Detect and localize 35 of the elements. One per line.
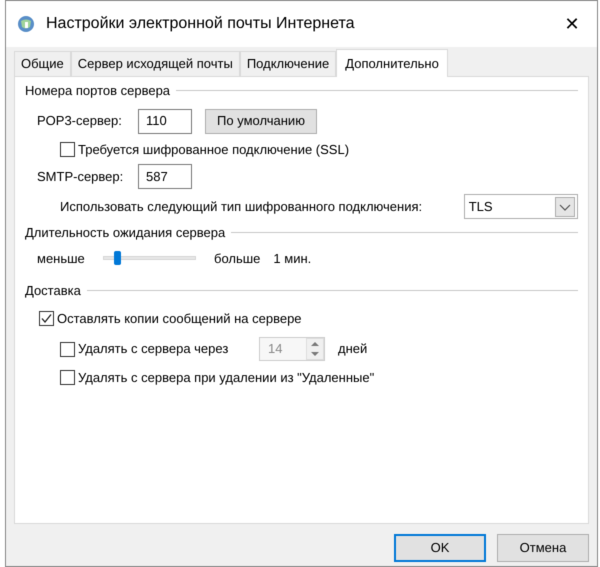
up-down-arrows-icon xyxy=(306,338,324,360)
group-heading: Номера портов сервера xyxy=(25,82,170,100)
ok-button[interactable]: OK xyxy=(394,534,486,562)
slider-thumb[interactable] xyxy=(114,251,122,266)
unit-label: дней xyxy=(338,340,368,358)
checkbox[interactable] xyxy=(60,370,75,386)
dropdown[interactable]: TLS xyxy=(464,194,578,219)
checkbox[interactable] xyxy=(60,142,75,157)
close-button[interactable]: ✕ xyxy=(557,9,587,39)
default-button[interactable]: По умолчанию xyxy=(205,108,317,134)
tab[interactable]: Сервер исходящей почты xyxy=(70,51,240,76)
cancel-button[interactable]: Отмена xyxy=(497,534,589,562)
globe-icon xyxy=(16,14,36,34)
chevron-down-icon xyxy=(555,196,575,216)
input-field[interactable]: 587 xyxy=(138,164,192,189)
checkbox-label: Оставлять копии сообщений на сервере xyxy=(57,310,302,328)
checkbox[interactable] xyxy=(39,310,54,326)
checkbox[interactable] xyxy=(60,342,75,356)
group-heading: Доставка xyxy=(25,282,81,300)
group-heading: Длительность ожидания сервера xyxy=(25,224,226,242)
slider-label: меньше xyxy=(37,250,86,268)
tab[interactable]: Подключение xyxy=(240,51,336,76)
window-title: Настройки электронной почты Интернета xyxy=(46,14,355,34)
input-field[interactable]: 110 xyxy=(138,108,192,134)
slider-label: больше xyxy=(214,250,260,268)
timeout-slider[interactable] xyxy=(103,251,196,266)
checkbox-label: Требуется шифрованное подключение (SSL) xyxy=(78,140,350,159)
field-label: SMTP-сервер: xyxy=(37,168,124,186)
slider-reading: 1 мин. xyxy=(273,250,312,268)
tab[interactable]: Дополнительно xyxy=(336,49,448,77)
field-label: POP3-сервер: xyxy=(37,112,123,130)
field-label: Использовать следующий тип шифрованного подключения: xyxy=(60,198,424,216)
checkbox-label: Удалять с сервера через xyxy=(78,340,230,358)
checkbox-label: Удалять с сервера при удалении из "Удаленные" xyxy=(78,369,374,387)
tab[interactable]: Общие xyxy=(14,51,71,76)
